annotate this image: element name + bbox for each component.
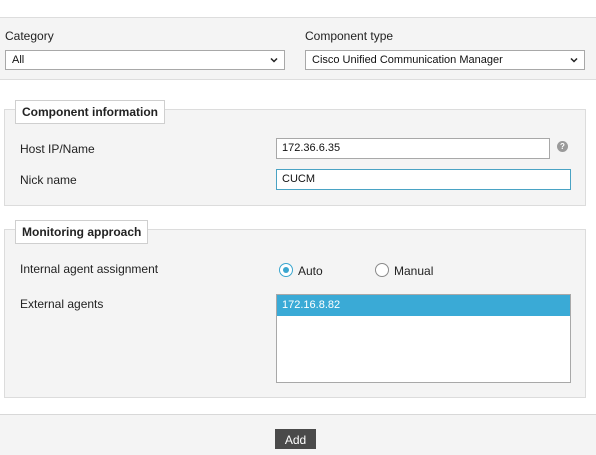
category-select[interactable]: All xyxy=(5,50,285,70)
nick-name-input[interactable]: CUCM xyxy=(276,169,571,190)
host-label: Host IP/Name xyxy=(20,142,95,156)
manual-radio-label[interactable]: Manual xyxy=(394,264,433,278)
top-strip xyxy=(0,0,596,18)
component-type-label: Component type xyxy=(305,29,394,43)
nick-name-input-value: CUCM xyxy=(282,173,315,185)
component-type-select[interactable]: Cisco Unified Communication Manager xyxy=(305,50,585,70)
external-agents-listbox[interactable]: 172.16.8.82 xyxy=(276,294,571,383)
help-icon[interactable]: ? xyxy=(557,141,568,152)
chevron-down-icon xyxy=(270,57,278,63)
chevron-down-icon xyxy=(570,57,578,63)
list-item[interactable]: 172.16.8.82 xyxy=(277,295,570,316)
component-type-select-value: Cisco Unified Communication Manager xyxy=(312,54,503,66)
filter-bar: Category All Component type Cisco Unifie… xyxy=(0,18,596,80)
auto-radio-label[interactable]: Auto xyxy=(298,264,323,278)
component-information-section: Component information Host IP/Name 172.3… xyxy=(4,100,586,206)
manual-radio[interactable] xyxy=(375,263,389,277)
category-select-value: All xyxy=(12,54,25,66)
component-information-legend: Component information xyxy=(15,100,165,124)
external-agents-label: External agents xyxy=(20,297,104,311)
auto-radio[interactable] xyxy=(279,263,293,277)
monitoring-approach-legend: Monitoring approach xyxy=(15,220,149,244)
add-button[interactable]: Add xyxy=(275,429,316,449)
category-label: Category xyxy=(5,29,54,43)
nick-name-label: Nick name xyxy=(20,173,77,187)
internal-agent-assignment-label: Internal agent assignment xyxy=(20,262,159,276)
host-input[interactable]: 172.36.6.35 xyxy=(276,138,550,159)
monitoring-approach-section: Monitoring approach Internal agent assig… xyxy=(4,220,586,398)
host-input-value: 172.36.6.35 xyxy=(282,142,341,154)
footer: Add xyxy=(0,414,596,455)
